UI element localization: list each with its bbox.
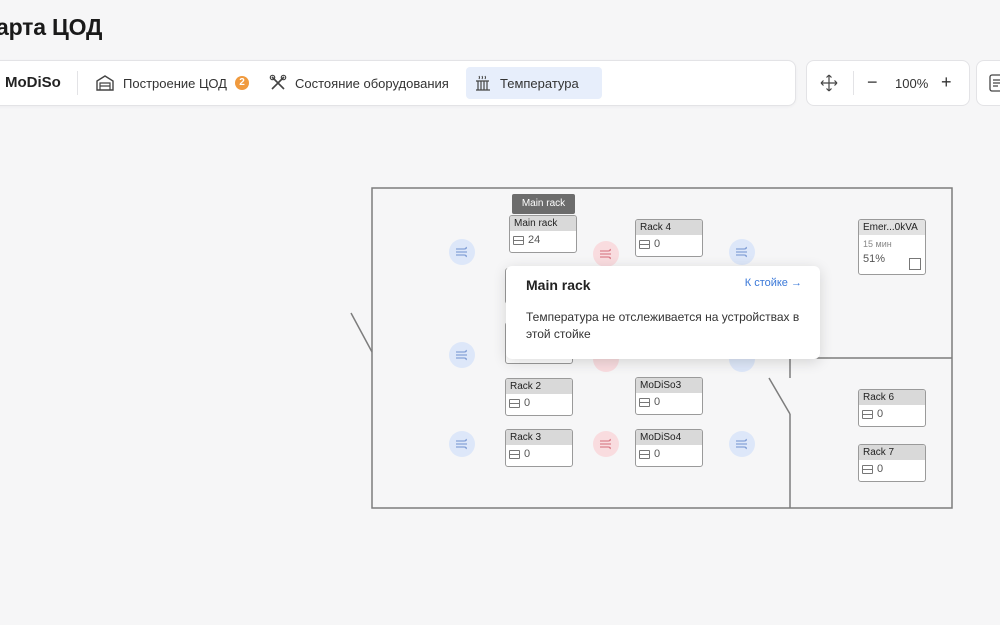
battery-icon (909, 258, 921, 270)
cold-fan-icon (449, 342, 475, 368)
rack-card[interactable]: MoDiSo3 0 (635, 377, 703, 415)
rack-card[interactable]: Rack 3 0 (505, 429, 573, 467)
arrow-right-icon: → (791, 277, 802, 289)
rack-name: MoDiSo4 (636, 430, 702, 445)
rack-value: 0 (524, 397, 531, 409)
rack-card[interactable]: Rack 6 0 (858, 389, 926, 427)
cold-fan-icon (449, 239, 475, 265)
cold-fan-icon (449, 431, 475, 457)
rack-name: Rack 7 (859, 445, 925, 460)
rack-value: 0 (877, 408, 884, 420)
ups-card[interactable]: Emer...0kVA 15 мин 51% (858, 219, 926, 275)
rack-card[interactable]: MoDiSo4 0 (635, 429, 703, 467)
rack-value: 0 (524, 448, 531, 460)
server-icon (862, 409, 873, 419)
hot-fan-icon (593, 431, 619, 457)
rack-card[interactable]: Rack 2 0 (505, 378, 573, 416)
rack-value: 24 (528, 234, 541, 246)
rack-card[interactable]: Rack 4 0 (635, 219, 703, 257)
server-icon (509, 398, 520, 408)
server-icon (862, 464, 873, 474)
floor-plan (350, 187, 953, 509)
server-icon (639, 449, 650, 459)
rack-value: 0 (654, 448, 661, 460)
link-label: К стойке (744, 277, 788, 289)
ups-runtime: 15 мин (863, 239, 892, 249)
hot-fan-icon (593, 241, 619, 267)
rack-name: Rack 6 (859, 390, 925, 405)
server-icon (509, 449, 520, 459)
rack-tooltip: Main rack (512, 194, 575, 214)
rack-popover: Main rack К стойке → Температура не отсл… (506, 266, 820, 359)
rack-name: Main rack (510, 216, 576, 231)
server-icon (513, 235, 524, 245)
ups-name: Emer...0kVA (859, 220, 925, 235)
rack-card[interactable]: Main rack 24 (509, 215, 577, 253)
cold-fan-icon (729, 239, 755, 265)
cold-fan-icon (729, 431, 755, 457)
rack-name: Rack 3 (506, 430, 572, 445)
rack-name: MoDiSo3 (636, 378, 702, 393)
rack-value: 0 (654, 238, 661, 250)
server-icon (639, 239, 650, 249)
popover-message: Температура не отслеживается на устройст… (526, 310, 800, 341)
rack-value: 0 (654, 396, 661, 408)
rack-value: 0 (877, 463, 884, 475)
rack-name: Rack 4 (636, 220, 702, 235)
rack-card[interactable]: Rack 7 0 (858, 444, 926, 482)
popover-title: Main rack (526, 277, 591, 293)
go-to-rack-link[interactable]: К стойке → (745, 277, 802, 289)
rack-name: Rack 2 (506, 379, 572, 394)
server-icon (639, 397, 650, 407)
